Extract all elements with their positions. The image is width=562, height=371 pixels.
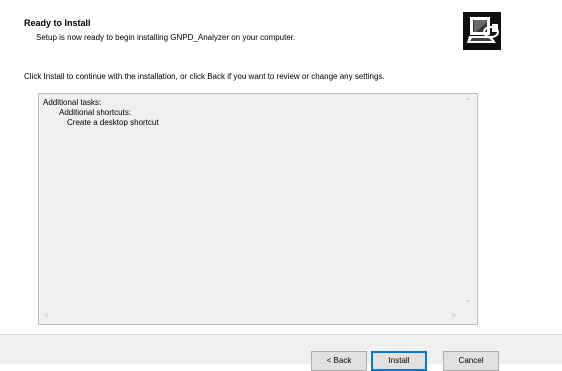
- cancel-button[interactable]: Cancel: [443, 351, 499, 371]
- back-button[interactable]: < Back: [311, 351, 367, 371]
- memo-line: Additional shortcuts:: [59, 108, 132, 117]
- installer-computer-icon: [463, 12, 501, 50]
- scrollbar-corner: [461, 308, 477, 324]
- ready-memo-box[interactable]: Additional tasks: Additional shortcuts: …: [38, 93, 478, 325]
- memo-line: Create a desktop shortcut: [67, 118, 159, 127]
- page-title: Ready to Install: [24, 18, 91, 28]
- install-button[interactable]: Install: [371, 351, 427, 371]
- button-bar: < Back Install Cancel: [0, 334, 562, 371]
- instruction-text: Click Install to continue with the insta…: [24, 72, 385, 81]
- header-panel: Ready to Install Setup is now ready to b…: [0, 0, 562, 60]
- vertical-scrollbar[interactable]: ⌃ ⌄: [461, 94, 477, 308]
- horizontal-scrollbar[interactable]: < >: [39, 308, 461, 324]
- scroll-down-icon[interactable]: ⌄: [465, 296, 472, 304]
- scroll-up-icon[interactable]: ⌃: [465, 98, 472, 106]
- page-subtitle: Setup is now ready to begin installing G…: [36, 33, 296, 42]
- memo-line: Additional tasks:: [43, 98, 102, 107]
- scroll-left-icon[interactable]: <: [44, 312, 49, 320]
- scroll-right-icon[interactable]: >: [451, 312, 456, 320]
